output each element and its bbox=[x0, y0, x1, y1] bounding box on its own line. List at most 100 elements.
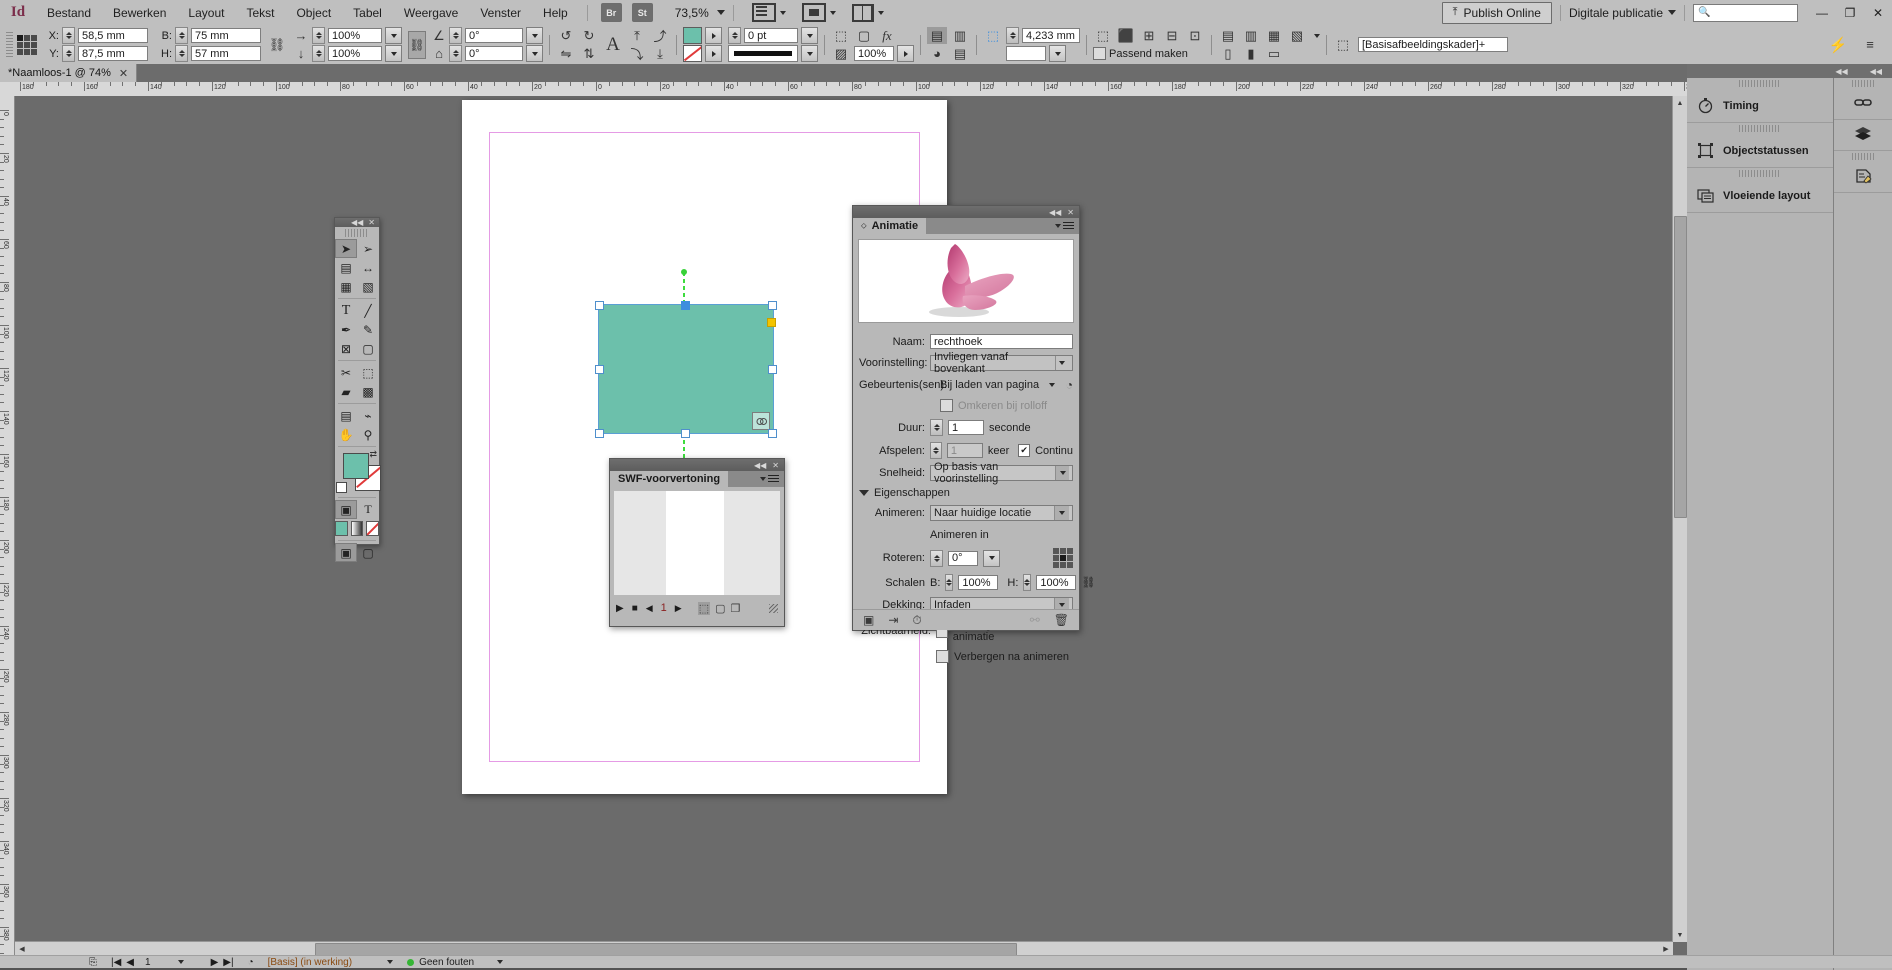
tool-eyedropper[interactable]: ⌁ bbox=[357, 406, 379, 425]
bring-to-front-icon[interactable]: ⤒ bbox=[627, 27, 647, 44]
tool-gradient-feather[interactable]: ▩ bbox=[357, 382, 379, 401]
corner-shape-dropdown[interactable] bbox=[1049, 45, 1066, 62]
text-wrap-jump-icon[interactable]: ▤ bbox=[950, 45, 970, 62]
previous-page-icon[interactable]: ◀ bbox=[126, 957, 134, 968]
dock-group-grip-3[interactable] bbox=[1739, 170, 1782, 177]
dock-group-grip-2[interactable] bbox=[1739, 125, 1782, 132]
corner-shape-preview[interactable] bbox=[1006, 46, 1046, 61]
dock-mini-grip-2[interactable] bbox=[1852, 153, 1874, 160]
scroll-down-icon[interactable]: ▼ bbox=[1673, 928, 1687, 942]
toolbox-title-bar[interactable]: ◀◀ ✕ bbox=[335, 218, 379, 227]
search-input[interactable]: 🔍 bbox=[1693, 3, 1798, 22]
scale-x-stepper[interactable] bbox=[312, 27, 325, 44]
transparency-icon[interactable]: ▨ bbox=[831, 45, 851, 62]
scroll-up-icon[interactable]: ▲ bbox=[1673, 96, 1687, 110]
collapse-main-dock-icon[interactable]: ◀◀ bbox=[1835, 67, 1847, 76]
selection-handle-tr[interactable] bbox=[768, 301, 777, 310]
stroke-swatch[interactable] bbox=[683, 45, 702, 62]
toolbox-grip[interactable] bbox=[345, 229, 369, 237]
reverse-rollover-checkbox[interactable] bbox=[940, 399, 953, 412]
align-center-v-icon[interactable]: ▮ bbox=[1241, 45, 1261, 62]
create-button-icon[interactable]: ⚯ bbox=[1030, 613, 1040, 627]
tool-scissors[interactable]: ✂ bbox=[335, 363, 357, 382]
rotate-input[interactable]: 0° bbox=[465, 28, 523, 43]
menu-item-bewerken[interactable]: Bewerken bbox=[102, 2, 177, 24]
stroke-weight-stepper[interactable] bbox=[728, 27, 741, 44]
animation-panel-title-bar[interactable]: ◀◀ ✕ bbox=[853, 206, 1079, 218]
effects-fx-icon[interactable]: fx bbox=[877, 27, 897, 44]
rotate-dropdown[interactable] bbox=[526, 27, 543, 44]
motion-path-start-point[interactable] bbox=[681, 269, 687, 275]
document-tab[interactable]: *Naamloos-1 @ 74% ✕ bbox=[0, 64, 138, 82]
corner-radius-input[interactable]: 4,233 mm bbox=[1022, 28, 1080, 43]
rotate-stepper[interactable] bbox=[449, 27, 462, 44]
apply-to-text-button[interactable]: T bbox=[357, 500, 379, 519]
shear-input[interactable]: 0° bbox=[465, 46, 523, 61]
send-backward-icon[interactable]: ⤵ bbox=[627, 45, 647, 62]
align-bottom-icon[interactable]: ▭ bbox=[1264, 45, 1284, 62]
stroke-style-preview[interactable] bbox=[728, 45, 798, 62]
x-stepper[interactable] bbox=[62, 27, 75, 44]
stroke-weight-input[interactable]: 0 pt bbox=[744, 28, 798, 43]
workspace-switcher[interactable]: Digitale publicatie bbox=[1569, 6, 1676, 20]
screen-mode-button[interactable] bbox=[801, 3, 836, 22]
rotate-stepper[interactable] bbox=[930, 549, 943, 567]
tab-swf-preview[interactable]: SWF-voorvertoning bbox=[610, 471, 729, 487]
stop-icon[interactable]: ■ bbox=[632, 603, 638, 614]
center-content-icon[interactable]: ⊡ bbox=[1185, 27, 1205, 44]
duration-input[interactable]: 1 bbox=[948, 420, 984, 435]
scale-y-input[interactable]: 100% bbox=[328, 46, 382, 61]
convert-to-motion-path-icon[interactable]: ⇥ bbox=[888, 613, 898, 627]
menu-item-tekst[interactable]: Tekst bbox=[235, 2, 285, 24]
create-button-trigger-icon[interactable]: ◔ bbox=[1066, 378, 1073, 392]
apply-color-button[interactable] bbox=[335, 521, 348, 536]
rotate-dropdown[interactable] bbox=[983, 549, 1000, 567]
swf-preview-stage[interactable] bbox=[614, 491, 780, 595]
play-stepper[interactable] bbox=[930, 442, 942, 459]
chevron-down-icon[interactable] bbox=[1048, 382, 1055, 387]
menu-item-venster[interactable]: Venster bbox=[469, 2, 532, 24]
preview-document-icon[interactable]: ❐ bbox=[731, 602, 741, 615]
text-wrap-none-icon[interactable]: ▤ bbox=[927, 27, 947, 44]
page-dropdown-icon[interactable] bbox=[177, 960, 184, 964]
align-right-icon[interactable]: ▦ bbox=[1264, 27, 1284, 44]
scale-y-dropdown[interactable] bbox=[385, 45, 402, 62]
apply-to-container-button[interactable]: ▣ bbox=[335, 500, 357, 519]
text-wrap-shape-icon[interactable]: ◕ bbox=[927, 45, 947, 62]
close-button[interactable]: ✕ bbox=[1864, 3, 1892, 23]
vertical-ruler[interactable]: 0 20 40 60 80 100 120 140 160 180 200 220 240 260 280 3… bbox=[0, 96, 15, 956]
dock-group-grip-1[interactable] bbox=[1739, 80, 1782, 87]
rotate-ccw-90-icon[interactable]: ↺ bbox=[556, 27, 576, 44]
minimize-button[interactable]: — bbox=[1808, 3, 1836, 23]
animation-proxy-preview[interactable] bbox=[858, 239, 1074, 323]
selection-handle-bc[interactable] bbox=[681, 429, 690, 438]
document-canvas[interactable] bbox=[15, 96, 1687, 956]
vertical-scrollbar[interactable]: ▲ ▼ bbox=[1672, 96, 1687, 942]
dock-mini-links[interactable] bbox=[1834, 89, 1892, 120]
fit-frame-to-content-icon[interactable]: ⊟ bbox=[1162, 27, 1182, 44]
tool-zoom[interactable]: ⚲ bbox=[357, 425, 379, 444]
dock-mini-pages[interactable] bbox=[1834, 162, 1892, 193]
selection-handle-tc[interactable] bbox=[681, 301, 690, 310]
width-stepper[interactable] bbox=[175, 27, 188, 44]
tool-line[interactable]: ╱ bbox=[357, 301, 379, 320]
first-page-icon[interactable]: |◀ bbox=[111, 957, 121, 968]
rotate-input[interactable]: 0° bbox=[948, 550, 978, 566]
preflight-open-icon[interactable]: ⎘ bbox=[82, 956, 104, 968]
view-options-button[interactable] bbox=[751, 3, 786, 22]
height-stepper[interactable] bbox=[175, 45, 188, 62]
constrain-scale-toggle[interactable]: ⛓ bbox=[408, 30, 426, 59]
menu-item-tabel[interactable]: Tabel bbox=[342, 2, 393, 24]
stroke-style-dropdown[interactable] bbox=[801, 45, 818, 62]
scale-x-input[interactable]: 100% bbox=[328, 28, 382, 43]
rotate-cw-90-icon[interactable]: ↻ bbox=[579, 27, 599, 44]
selection-handle-ml[interactable] bbox=[595, 365, 604, 374]
fit-content-proportionally-icon[interactable]: ⬚ bbox=[1093, 27, 1113, 44]
tool-rectangle[interactable]: ▢ bbox=[357, 339, 379, 358]
shear-stepper[interactable] bbox=[449, 45, 462, 62]
dock-item-object-states[interactable]: Objectstatussen bbox=[1687, 134, 1834, 168]
menu-item-help[interactable]: Help bbox=[532, 2, 579, 24]
width-input[interactable]: 75 mm bbox=[191, 28, 261, 43]
control-bar-grip[interactable] bbox=[6, 31, 13, 58]
menu-item-object[interactable]: Object bbox=[285, 2, 342, 24]
